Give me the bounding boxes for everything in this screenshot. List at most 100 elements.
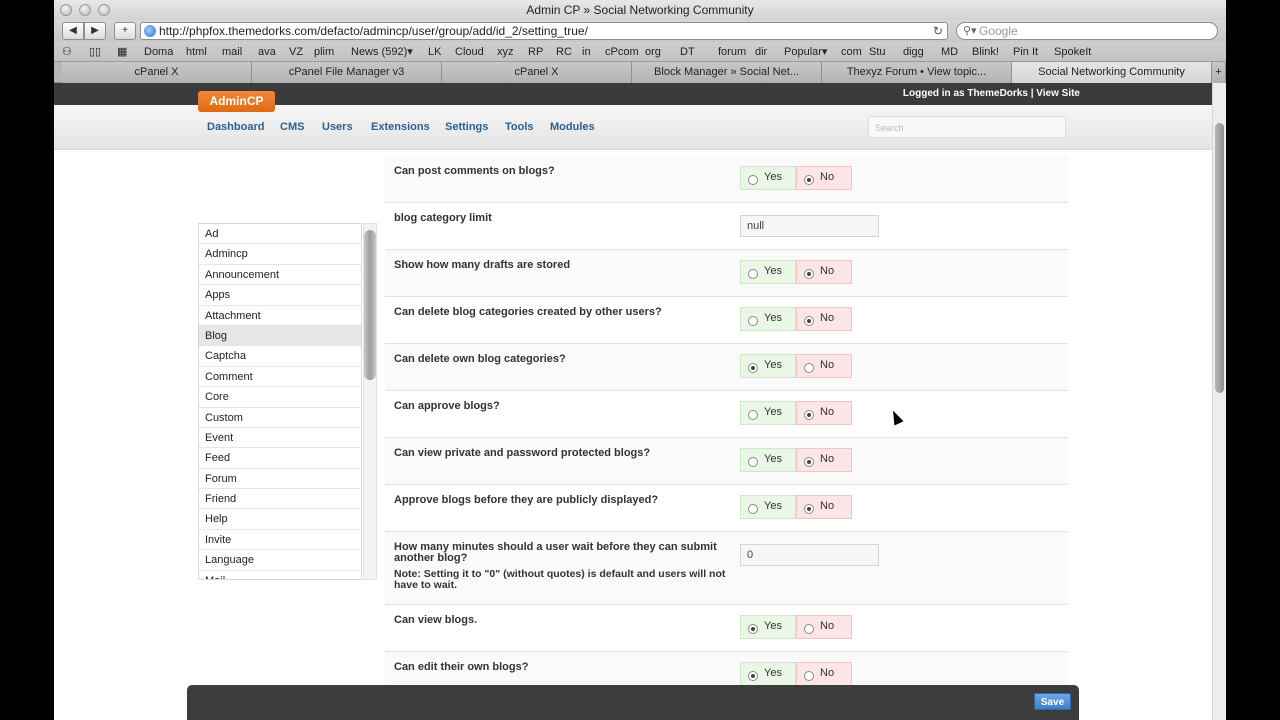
zoom-window-icon[interactable]: [98, 4, 110, 16]
yes-option[interactable]: Yes: [740, 307, 796, 331]
save-button[interactable]: Save: [1034, 693, 1071, 710]
yes-option[interactable]: Yes: [740, 354, 796, 378]
browser-tab[interactable]: Thexyz Forum • View topic...: [822, 62, 1012, 83]
reading-list-icon[interactable]: ⚇: [62, 42, 72, 62]
radio-yes-icon[interactable]: [748, 363, 758, 373]
bookmark-item[interactable]: RC: [556, 42, 572, 62]
no-option[interactable]: No: [796, 354, 852, 378]
bookmark-item[interactable]: digg: [903, 42, 924, 62]
radio-yes-icon[interactable]: [748, 624, 758, 634]
no-option[interactable]: No: [796, 662, 852, 686]
close-window-icon[interactable]: [60, 4, 72, 16]
page-scrollbar-thumb[interactable]: [1215, 123, 1224, 393]
back-icon[interactable]: ◀: [62, 22, 84, 40]
radio-yes-icon[interactable]: [748, 410, 758, 420]
radio-no-icon[interactable]: [804, 624, 814, 634]
bookmark-item[interactable]: mail: [222, 42, 242, 62]
logged-in-status[interactable]: Logged in as ThemeDorks | View Site: [903, 83, 1080, 105]
browser-tab[interactable]: cPanel File Manager v3: [252, 62, 442, 83]
module-item[interactable]: Announcement: [199, 265, 361, 286]
bookmark-item[interactable]: Popular▾: [784, 42, 827, 62]
radio-yes-icon[interactable]: [748, 175, 758, 185]
bookmark-item[interactable]: RP: [528, 42, 543, 62]
bookmark-item[interactable]: html: [186, 42, 207, 62]
bookmark-item[interactable]: Blink!: [972, 42, 999, 62]
module-item[interactable]: Mail: [199, 571, 361, 579]
no-option[interactable]: No: [796, 615, 852, 639]
radio-no-icon[interactable]: [804, 410, 814, 420]
new-tab-icon[interactable]: +: [1212, 62, 1226, 83]
module-item[interactable]: Attachment: [199, 306, 361, 326]
browser-tab[interactable]: Social Networking Community: [1012, 62, 1212, 83]
module-item[interactable]: Comment: [199, 367, 361, 388]
radio-yes-icon[interactable]: [748, 316, 758, 326]
no-option[interactable]: No: [796, 448, 852, 472]
bookmark-item[interactable]: Stu: [869, 42, 886, 62]
bookmark-item[interactable]: com: [841, 42, 862, 62]
bookmark-item[interactable]: LK: [428, 42, 441, 62]
radio-no-icon[interactable]: [804, 504, 814, 514]
module-item[interactable]: Blog: [199, 325, 361, 347]
radio-no-icon[interactable]: [804, 671, 814, 681]
nav-users[interactable]: Users: [322, 121, 353, 133]
browser-tab[interactable]: Block Manager » Social Net...: [632, 62, 822, 83]
bookmark-item[interactable]: News (592)▾: [351, 42, 413, 62]
module-item[interactable]: Invite: [199, 530, 361, 551]
module-item[interactable]: Event: [199, 428, 361, 449]
bookmark-item[interactable]: xyz: [497, 42, 514, 62]
module-item[interactable]: Admincp: [199, 244, 361, 265]
no-option[interactable]: No: [796, 166, 852, 190]
radio-no-icon[interactable]: [804, 363, 814, 373]
module-item[interactable]: Feed: [199, 448, 361, 469]
yes-option[interactable]: Yes: [740, 495, 796, 519]
no-option[interactable]: No: [796, 260, 852, 284]
bookmark-item[interactable]: plim: [314, 42, 334, 62]
browser-tab[interactable]: cPanel X: [62, 62, 252, 83]
module-item[interactable]: Language: [199, 550, 361, 571]
nav-cms[interactable]: CMS: [280, 121, 304, 133]
bookmark-item[interactable]: Cloud: [455, 42, 484, 62]
bookmark-item[interactable]: org: [645, 42, 661, 62]
radio-yes-icon[interactable]: [748, 457, 758, 467]
radio-no-icon[interactable]: [804, 269, 814, 279]
setting-text-input[interactable]: null: [740, 215, 879, 237]
radio-yes-icon[interactable]: [748, 269, 758, 279]
module-item[interactable]: Apps: [199, 285, 361, 306]
module-item[interactable]: Help: [199, 509, 361, 530]
bookmarks-book-icon[interactable]: ▯▯: [89, 42, 101, 62]
module-list-scrollbar-thumb[interactable]: [364, 230, 376, 380]
module-item[interactable]: Ad: [199, 224, 361, 245]
admin-search-input[interactable]: Search: [868, 116, 1066, 138]
yes-option[interactable]: Yes: [740, 615, 796, 639]
bookmark-item[interactable]: in: [582, 42, 591, 62]
admincp-logo[interactable]: AdminCP: [198, 91, 275, 112]
yes-option[interactable]: Yes: [740, 166, 796, 190]
module-item[interactable]: Custom: [199, 408, 361, 428]
radio-yes-icon[interactable]: [748, 671, 758, 681]
bookmark-item[interactable]: dir: [755, 42, 767, 62]
radio-no-icon[interactable]: [804, 316, 814, 326]
yes-option[interactable]: Yes: [740, 260, 796, 284]
forward-icon[interactable]: ▶: [84, 22, 106, 40]
bookmark-item[interactable]: VZ: [289, 42, 303, 62]
no-option[interactable]: No: [796, 401, 852, 425]
top-sites-grid-icon[interactable]: ▦: [117, 42, 127, 62]
bookmark-item[interactable]: Pin It: [1013, 42, 1038, 62]
radio-yes-icon[interactable]: [748, 504, 758, 514]
nav-tools[interactable]: Tools: [505, 121, 534, 133]
setting-text-input[interactable]: 0: [740, 544, 879, 566]
nav-extensions[interactable]: Extensions: [371, 121, 430, 133]
radio-no-icon[interactable]: [804, 175, 814, 185]
yes-option[interactable]: Yes: [740, 448, 796, 472]
module-item[interactable]: Core: [199, 387, 361, 408]
minimize-window-icon[interactable]: [79, 4, 91, 16]
nav-settings[interactable]: Settings: [445, 121, 488, 133]
reload-icon[interactable]: ↻: [933, 23, 943, 39]
bookmark-item[interactable]: forum: [718, 42, 746, 62]
bookmark-item[interactable]: Doma: [144, 42, 173, 62]
module-item[interactable]: Captcha: [199, 346, 361, 367]
no-option[interactable]: No: [796, 495, 852, 519]
no-option[interactable]: No: [796, 307, 852, 331]
browser-search-input[interactable]: ⚲▾ Google: [956, 22, 1218, 40]
bookmark-item[interactable]: ava: [258, 42, 276, 62]
